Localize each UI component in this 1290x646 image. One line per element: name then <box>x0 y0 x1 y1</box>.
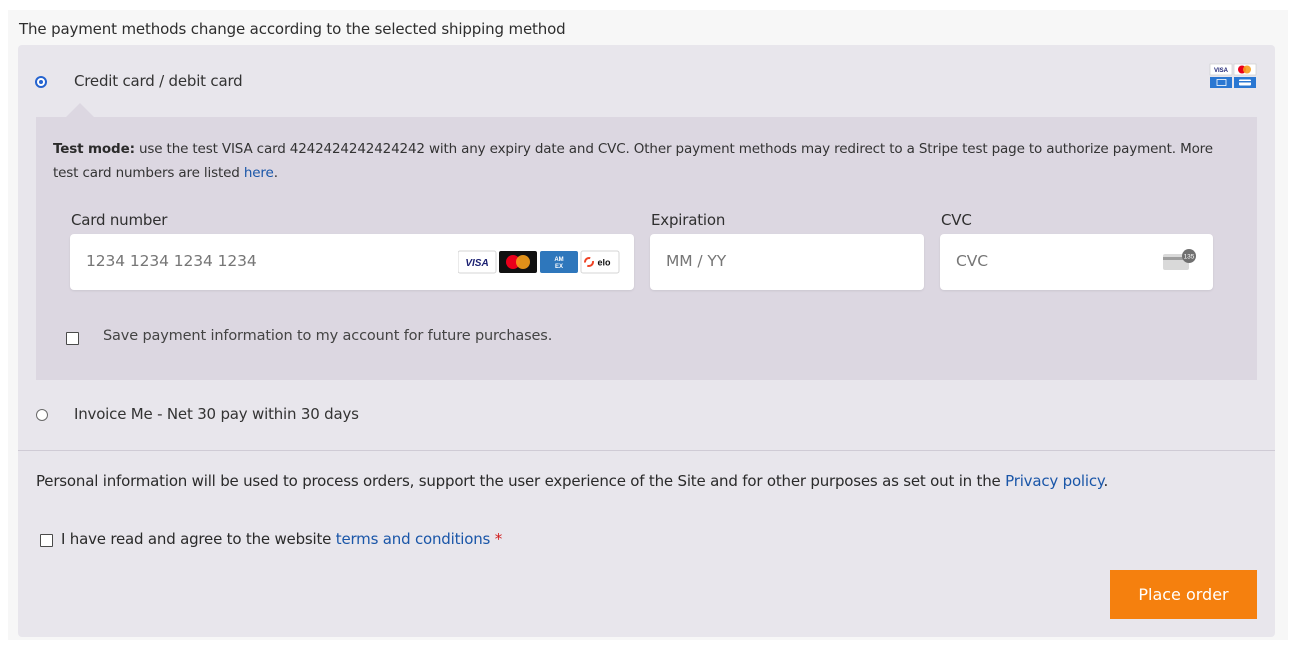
svg-text:VISA: VISA <box>1214 68 1229 74</box>
place-order-button[interactable]: Place order <box>1110 570 1257 619</box>
cvc-input[interactable]: CVC 135 <box>940 234 1213 290</box>
terms-checkbox[interactable] <box>40 534 53 547</box>
svg-text:135: 135 <box>1184 254 1195 261</box>
card-number-input[interactable]: 1234 1234 1234 1234 VISA AM EX elo <box>70 234 634 290</box>
privacy-notice: Personal information will be used to pro… <box>36 469 1236 493</box>
terms-label[interactable]: I have read and agree to the website ter… <box>61 530 502 548</box>
save-payment-checkbox[interactable] <box>66 332 79 345</box>
test-mode-notice: Test mode: use the test VISA card 424242… <box>53 137 1213 185</box>
invoice-radio[interactable] <box>36 409 48 421</box>
expanded-pointer <box>66 103 94 117</box>
test-cards-link[interactable]: here <box>244 165 274 181</box>
privacy-text: Personal information will be used to pro… <box>36 472 1006 490</box>
card-payment-box: Test mode: use the test VISA card 424242… <box>36 117 1257 380</box>
shipping-notice: The payment methods change according to … <box>19 20 566 38</box>
test-mode-end: . <box>273 165 278 181</box>
credit-card-radio[interactable] <box>35 76 47 88</box>
amex-icon: AM EX <box>540 251 578 273</box>
required-marker: * <box>494 530 503 548</box>
save-payment-label[interactable]: Save payment information to my account f… <box>103 328 552 344</box>
credit-card-label[interactable]: Credit card / debit card <box>74 72 243 90</box>
credit-card-brands-icon: VISA <box>1209 63 1257 88</box>
privacy-end: . <box>1103 472 1109 490</box>
terms-prefix: I have read and agree to the website <box>61 530 336 548</box>
svg-text:VISA: VISA <box>465 258 488 269</box>
card-number-label: Card number <box>71 211 168 229</box>
test-mode-label: Test mode: <box>53 141 135 157</box>
cvc-placeholder: CVC <box>956 252 988 270</box>
expiration-placeholder: MM / YY <box>666 252 727 270</box>
test-mode-text: use the test VISA card 4242424242424242 … <box>53 141 1213 181</box>
card-brand-logos-icon: VISA AM EX elo <box>458 250 620 274</box>
expiration-input[interactable]: MM / YY <box>650 234 924 290</box>
expiration-label: Expiration <box>651 211 726 229</box>
cvc-card-icon: 135 <box>1163 249 1196 270</box>
cvc-label: CVC <box>941 211 972 229</box>
payment-method-invoice[interactable]: Invoice Me - Net 30 pay within 30 days <box>18 395 1275 435</box>
visa-icon: VISA <box>458 250 497 274</box>
svg-text:EX: EX <box>555 264 563 270</box>
card-number-placeholder: 1234 1234 1234 1234 <box>86 252 257 270</box>
payment-method-credit-card[interactable]: Credit card / debit card <box>18 62 1275 102</box>
svg-text:elo: elo <box>597 258 611 268</box>
payment-panel: Credit card / debit card VISA Test mode:… <box>18 45 1275 637</box>
invoice-label[interactable]: Invoice Me - Net 30 pay within 30 days <box>74 405 359 423</box>
elo-icon: elo <box>580 250 620 274</box>
section-divider <box>18 450 1275 451</box>
mastercard-icon <box>499 251 537 273</box>
svg-text:AM: AM <box>554 257 563 263</box>
privacy-policy-link[interactable]: Privacy policy <box>1005 472 1103 490</box>
terms-link[interactable]: terms and conditions <box>336 530 491 548</box>
